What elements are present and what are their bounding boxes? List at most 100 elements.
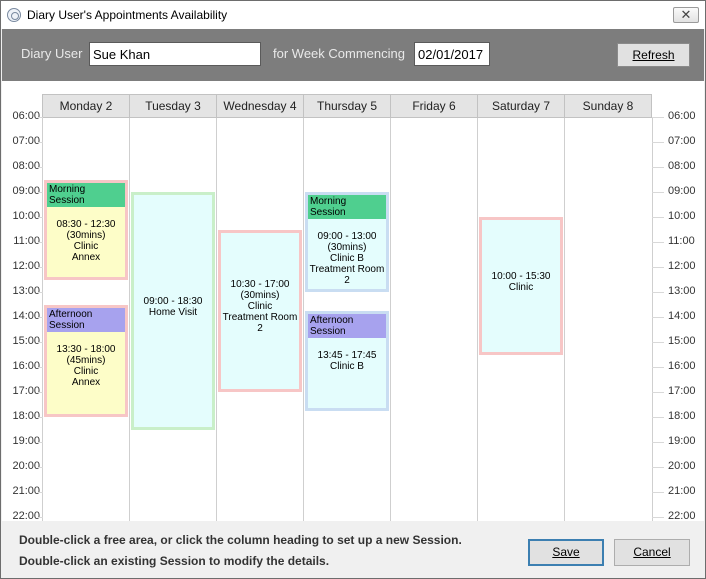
- session-detail-line: 10:30 - 17:00: [230, 279, 290, 291]
- hour-tick: [38, 267, 43, 268]
- session-detail-line: Clinic: [73, 240, 99, 252]
- session-title: Afternoon Session: [308, 313, 386, 338]
- session-detail-line: Home Visit: [148, 306, 198, 318]
- session-detail-line: (30mins): [66, 229, 106, 241]
- hour-tick: [652, 517, 664, 518]
- save-button[interactable]: Save: [528, 539, 604, 566]
- session-detail-line: Clinic B: [330, 253, 364, 264]
- session-block[interactable]: 10:30 - 17:00 (30mins) Clinic Treatment Roo…: [218, 229, 302, 392]
- refresh-button[interactable]: Refresh: [617, 43, 690, 67]
- hour-tick: [38, 492, 43, 493]
- time-label-right: 11:00: [668, 235, 695, 247]
- session-detail-line: Annex: [71, 251, 101, 263]
- day-column[interactable]: [564, 118, 651, 521]
- diary-user-label: Diary User: [21, 46, 83, 61]
- hour-tick: [652, 292, 664, 293]
- hour-tick: [38, 392, 43, 393]
- time-label-left: 10:00: [12, 210, 40, 222]
- header-bar: Diary User Sue Khan for Week Commencing …: [2, 29, 704, 81]
- day-column-heading[interactable]: Sunday 8: [564, 94, 652, 118]
- hour-tick: [652, 492, 664, 493]
- day-column[interactable]: [390, 118, 477, 521]
- hint-new-session: Double-click a free area, or click the c…: [19, 533, 462, 547]
- time-label-right: 18:00: [668, 410, 696, 422]
- hint-modify-session: Double-click an existing Session to modi…: [19, 554, 330, 568]
- day-column-heading[interactable]: Friday 6: [390, 94, 478, 118]
- session-details: 13:30 - 18:00 (45mins) Clinic Annex: [47, 332, 125, 388]
- session-block[interactable]: Morning Session 09:00 - 13:00 (30mins) Clin…: [305, 192, 389, 292]
- time-label-left: 19:00: [12, 435, 40, 447]
- hour-tick: [652, 167, 664, 168]
- app-icon: [7, 8, 21, 22]
- time-label-left: 16:00: [12, 360, 40, 372]
- session-detail-line: (45mins): [66, 354, 106, 366]
- day-column-heading[interactable]: Wednesday 4: [216, 94, 304, 118]
- session-detail-line: Clinic: [508, 281, 534, 293]
- session-detail-line: 10:00 - 15:30: [491, 270, 551, 282]
- hour-tick: [38, 367, 43, 368]
- time-label-left: 15:00: [12, 335, 40, 347]
- hour-tick: [38, 292, 43, 293]
- week-commencing-field[interactable]: 02/01/2017: [414, 42, 490, 66]
- hour-tick: [38, 142, 43, 143]
- time-label-left: 13:00: [12, 285, 40, 297]
- session-details: 09:00 - 18:30 Home Visit: [134, 296, 212, 318]
- hour-tick: [652, 342, 664, 343]
- time-label-left: 17:00: [12, 385, 40, 397]
- diary-user-field[interactable]: Sue Khan: [89, 42, 261, 66]
- time-label-right: 13:00: [668, 285, 696, 297]
- hour-tick: [652, 442, 664, 443]
- session-detail-line: Clinic: [247, 301, 273, 313]
- time-label-left: 14:00: [12, 310, 40, 322]
- schedule-grid[interactable]: Monday 2 Tuesday 3 Wednesday 4 Thursday 5 Fr…: [2, 81, 704, 521]
- window-title: Diary User's Appointments Availability: [27, 8, 228, 22]
- hour-tick: [38, 167, 43, 168]
- hour-tick: [652, 267, 664, 268]
- session-details: 09:00 - 13:00 (30mins) Clinic B Treatment R…: [308, 219, 386, 286]
- session-detail-line: 13:45 - 17:45: [317, 349, 377, 361]
- session-detail-line: 13:30 - 18:00: [56, 343, 116, 355]
- close-button[interactable]: ✕: [673, 7, 699, 23]
- grid-right-edge: [652, 118, 653, 521]
- day-column-heading[interactable]: Thursday 5: [303, 94, 391, 118]
- session-details: 10:30 - 17:00 (30mins) Clinic Treatment Roo…: [221, 279, 299, 334]
- session-block[interactable]: Afternoon Session 13:45 - 17:45 Clinic B: [305, 310, 389, 411]
- day-column-heading[interactable]: Monday 2: [42, 94, 130, 118]
- time-label-left: 09:00: [12, 185, 40, 197]
- session-detail-line: Treatment Room 2: [309, 264, 385, 286]
- day-column-heading[interactable]: Tuesday 3: [129, 94, 217, 118]
- time-label-left: 18:00: [12, 410, 40, 422]
- time-label-right: 20:00: [668, 460, 696, 472]
- time-label-right: 17:00: [668, 385, 696, 397]
- time-label-right: 12:00: [668, 260, 696, 272]
- hour-tick: [38, 217, 43, 218]
- session-details: 08:30 - 12:30 (30mins) Clinic Annex: [47, 207, 125, 263]
- hour-tick: [652, 117, 664, 118]
- time-label-right: 10:00: [668, 210, 696, 222]
- hour-tick: [38, 517, 43, 518]
- title-bar: Diary User's Appointments Availability ✕: [1, 1, 705, 29]
- time-label-left: 11:00: [13, 235, 40, 247]
- time-label-left: 07:00: [12, 135, 40, 147]
- session-block[interactable]: 09:00 - 18:30 Home Visit: [131, 192, 215, 430]
- session-title: Morning Session: [308, 195, 386, 219]
- time-label-right: 06:00: [668, 110, 696, 122]
- session-block[interactable]: Morning Session 08:30 - 12:30 (30mins) Clin…: [44, 179, 128, 280]
- session-detail-line: 09:00 - 13:00: [317, 231, 377, 242]
- hour-tick: [652, 367, 664, 368]
- time-label-left: 22:00: [12, 510, 40, 521]
- session-block[interactable]: Afternoon Session 13:30 - 18:00 (45mins) Cl…: [44, 304, 128, 417]
- session-block[interactable]: 10:00 - 15:30 Clinic: [479, 217, 563, 355]
- cancel-button-label: Cancel: [633, 545, 671, 559]
- time-label-right: 16:00: [668, 360, 696, 372]
- dialog-window: Diary User's Appointments Availability ✕…: [0, 0, 706, 579]
- hour-tick: [38, 317, 43, 318]
- cancel-button[interactable]: Cancel: [614, 539, 690, 566]
- hour-tick: [38, 192, 43, 193]
- day-column-heading[interactable]: Saturday 7: [477, 94, 565, 118]
- session-details: 10:00 - 15:30 Clinic: [482, 271, 560, 293]
- save-button-label: Save: [552, 545, 580, 559]
- hour-tick: [652, 217, 664, 218]
- hour-tick: [38, 242, 43, 243]
- hour-tick: [652, 317, 664, 318]
